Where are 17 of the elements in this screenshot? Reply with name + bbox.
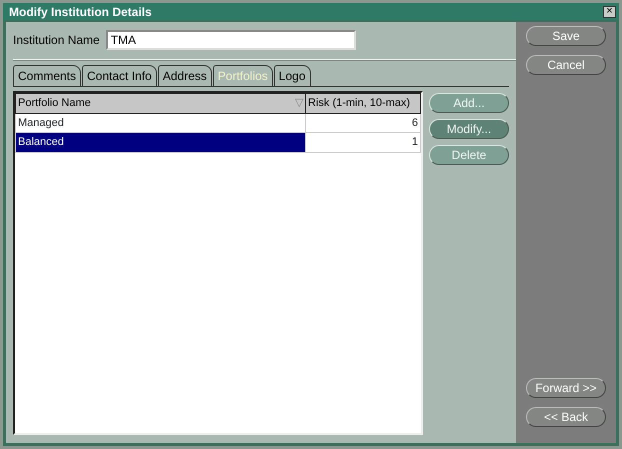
nav-button[interactable]: << Back xyxy=(526,407,606,427)
close-button[interactable]: × xyxy=(603,6,616,18)
institution-name-label: Institution Name xyxy=(13,32,100,49)
tab[interactable]: Address xyxy=(158,65,212,86)
table-cell[interactable]: 1 xyxy=(306,132,420,152)
table-cell[interactable]: Balanced xyxy=(16,132,306,152)
tab[interactable]: Logo xyxy=(274,65,310,86)
tab[interactable]: Comments xyxy=(13,65,82,86)
table-cell[interactable]: 6 xyxy=(306,113,420,132)
institution-name-field[interactable]: TMA xyxy=(106,30,356,50)
side-button[interactable]: Cancel xyxy=(526,55,606,75)
nav-button[interactable]: Forward >> xyxy=(526,378,606,398)
column-header[interactable]: Portfolio Name xyxy=(18,97,91,109)
tab[interactable]: Contact Info xyxy=(82,65,157,86)
portfolio-action-button[interactable]: Modify... xyxy=(429,119,509,139)
window-title: Modify Institution Details xyxy=(9,6,152,18)
side-button[interactable]: Save xyxy=(526,26,606,46)
